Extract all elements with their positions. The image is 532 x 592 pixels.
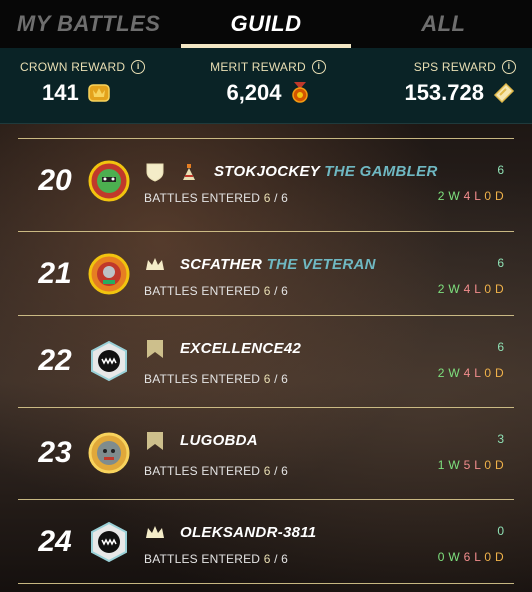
guild-battle-list[interactable]: 20 STOKJOCKEY THE GAMBLER BATTLES ENTERE… bbox=[0, 124, 532, 592]
tab-guild[interactable]: GUILD bbox=[177, 0, 354, 48]
banner-icon bbox=[147, 340, 163, 358]
score: 3 bbox=[497, 432, 504, 446]
battles-entered: BATTLES ENTERED 6 / 6 bbox=[144, 552, 289, 566]
shield-icon bbox=[146, 163, 164, 182]
list-item[interactable]: 20 STOKJOCKEY THE GAMBLER BATTLES ENTERE… bbox=[18, 139, 514, 223]
score: 6 bbox=[497, 163, 504, 177]
player-name[interactable]: OLEKSANDR-3811 bbox=[180, 524, 316, 541]
player-name[interactable]: STOKJOCKEY THE GAMBLER bbox=[214, 163, 438, 180]
info-icon[interactable]: i bbox=[311, 60, 326, 74]
battles-entered: BATTLES ENTERED 6 / 6 bbox=[144, 372, 289, 386]
list-item[interactable]: 23 LUGOBDA BATTLES ENTERED 6 / 6 3 1 W 5… bbox=[18, 408, 514, 498]
crown-reward-label: CROWN REWARD bbox=[20, 60, 126, 74]
sps-reward-value: 153.728 bbox=[404, 80, 484, 105]
tab-all[interactable]: ALL bbox=[355, 0, 532, 48]
score: 6 bbox=[497, 340, 504, 354]
crown-token-icon bbox=[87, 84, 110, 102]
tab-my-battles[interactable]: MY BATTLES bbox=[0, 0, 177, 48]
guild-avatar-icon[interactable] bbox=[88, 340, 130, 382]
guild-avatar-icon[interactable] bbox=[88, 160, 130, 202]
row-separator bbox=[18, 583, 514, 584]
battles-entered: BATTLES ENTERED 6 / 6 bbox=[144, 284, 289, 298]
merit-reward: MERIT REWARD i 6,204 bbox=[185, 48, 350, 123]
crown-reward-value: 141 bbox=[42, 80, 79, 105]
sps-reward: SPS REWARD i 153.728 bbox=[351, 48, 532, 123]
list-item[interactable]: 22 EXCELLENCE42 BATTLES ENTERED 6 / 6 6 … bbox=[18, 316, 514, 406]
gambler-title-icon bbox=[183, 164, 195, 180]
win-loss-draw: 1 W 5 L 0 D bbox=[437, 458, 504, 472]
player-title: THE VETERAN bbox=[266, 256, 376, 273]
rewards-bar: CROWN REWARD i 141 MERIT REWARD i 6,204 bbox=[0, 48, 532, 124]
score: 0 bbox=[497, 524, 504, 538]
win-loss-draw: 2 W 4 L 0 D bbox=[437, 366, 504, 380]
score: 6 bbox=[497, 256, 504, 270]
merit-reward-label: MERIT REWARD bbox=[210, 60, 306, 74]
battles-entered: BATTLES ENTERED 6 / 6 bbox=[144, 464, 289, 478]
sps-reward-label: SPS REWARD bbox=[413, 60, 496, 74]
player-name[interactable]: SCFATHER THE VETERAN bbox=[180, 256, 376, 273]
merit-reward-value: 6,204 bbox=[226, 80, 282, 105]
rank: 24 bbox=[38, 525, 72, 558]
guild-avatar-icon[interactable] bbox=[88, 253, 130, 295]
guild-avatar-icon[interactable] bbox=[88, 521, 130, 563]
win-loss-draw: 2 W 4 L 0 D bbox=[437, 189, 504, 203]
rank: 22 bbox=[38, 344, 72, 377]
list-item[interactable]: 24 OLEKSANDR-3811 BATTLES ENTERED 6 / 6 … bbox=[18, 500, 514, 584]
player-title: THE GAMBLER bbox=[324, 163, 438, 180]
info-icon[interactable]: i bbox=[501, 60, 516, 74]
battle-tabs: MY BATTLES GUILD ALL bbox=[0, 0, 532, 48]
win-loss-draw: 0 W 6 L 0 D bbox=[437, 550, 504, 564]
guild-avatar-icon[interactable] bbox=[88, 432, 130, 474]
rank: 21 bbox=[38, 257, 72, 290]
crown-icon bbox=[146, 526, 164, 538]
player-name[interactable]: EXCELLENCE42 bbox=[180, 340, 301, 357]
player-name[interactable]: LUGOBDA bbox=[180, 432, 258, 449]
crown-icon bbox=[146, 258, 164, 270]
crown-reward: CROWN REWARD i 141 bbox=[0, 48, 185, 123]
rank: 20 bbox=[38, 164, 72, 197]
sps-token-icon bbox=[493, 82, 515, 104]
banner-icon bbox=[147, 432, 163, 450]
info-icon[interactable]: i bbox=[131, 60, 146, 74]
win-loss-draw: 2 W 4 L 0 D bbox=[437, 282, 504, 296]
merit-medal-icon bbox=[291, 82, 308, 103]
rank: 23 bbox=[38, 436, 72, 469]
battles-entered: BATTLES ENTERED 6 / 6 bbox=[144, 191, 289, 205]
list-item[interactable]: 21 SCFATHER THE VETERAN BATTLES ENTERED … bbox=[18, 232, 514, 316]
